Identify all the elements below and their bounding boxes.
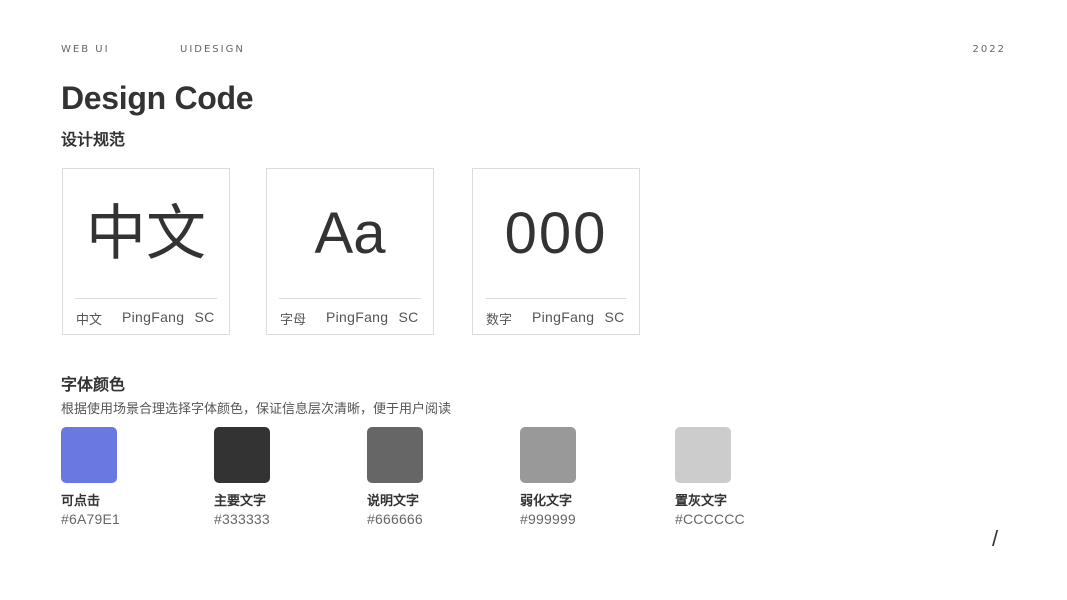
colors-section-title: 字体颜色 xyxy=(61,375,126,394)
colors-section-description: 根据使用场景合理选择字体颜色，保证信息层次清晰，便于用户阅读 xyxy=(61,402,452,417)
font-card-digits: 000 数字 PingFang SC xyxy=(472,168,640,335)
font-card-type-label: 中文 xyxy=(76,313,103,328)
card-divider xyxy=(485,298,627,299)
swatch-hex: #666666 xyxy=(367,511,423,527)
card-divider xyxy=(279,298,421,299)
header-center-label: UIDESIGN xyxy=(180,44,245,55)
swatch-hex: #6A79E1 xyxy=(61,511,121,527)
swatch-color-block xyxy=(214,427,270,483)
swatch-color-block xyxy=(367,427,423,483)
swatch-name: 弱化文字 xyxy=(520,494,573,509)
swatch-hex: #CCCCCC xyxy=(675,511,745,527)
header-year: 2022 xyxy=(972,44,1006,55)
swatch-color-block xyxy=(61,427,117,483)
color-swatch-clickable: 可点击 #6A79E1 xyxy=(61,427,181,527)
font-card-latin: Aa 字母 PingFang SC xyxy=(266,168,434,335)
swatch-color-block xyxy=(520,427,576,483)
font-card-family-label: PingFang SC xyxy=(532,309,625,325)
font-card-type-label: 字母 xyxy=(280,313,307,328)
font-sample-chinese: 中文 xyxy=(86,199,206,269)
header-left-label: WEB UI xyxy=(61,44,110,55)
font-sample-latin: Aa xyxy=(314,201,386,266)
swatch-name: 说明文字 xyxy=(367,494,420,509)
swatch-name: 可点击 xyxy=(61,494,101,509)
page-subtitle: 设计规范 xyxy=(61,130,126,149)
swatch-color-block xyxy=(675,427,731,483)
font-card-type-label: 数字 xyxy=(486,313,513,328)
swatch-name: 置灰文字 xyxy=(675,494,728,509)
swatch-name: 主要文字 xyxy=(214,494,267,509)
font-card-chinese: 中文 中文 PingFang SC xyxy=(62,168,230,335)
font-card-family-label: PingFang SC xyxy=(122,309,215,325)
color-swatch-description-text: 说明文字 #666666 xyxy=(367,427,487,527)
color-swatch-primary-text: 主要文字 #333333 xyxy=(214,427,334,527)
color-swatch-disabled-text: 置灰文字 #CCCCCC xyxy=(675,427,795,527)
swatch-hex: #333333 xyxy=(214,511,270,527)
page-title: Design Code xyxy=(61,80,254,116)
color-swatch-weak-text: 弱化文字 #999999 xyxy=(520,427,640,527)
card-divider xyxy=(75,298,217,299)
swatch-hex: #999999 xyxy=(520,511,576,527)
font-card-family-label: PingFang SC xyxy=(326,309,419,325)
footer-slash-mark: / xyxy=(992,526,999,551)
font-sample-digits: 000 xyxy=(504,201,608,266)
